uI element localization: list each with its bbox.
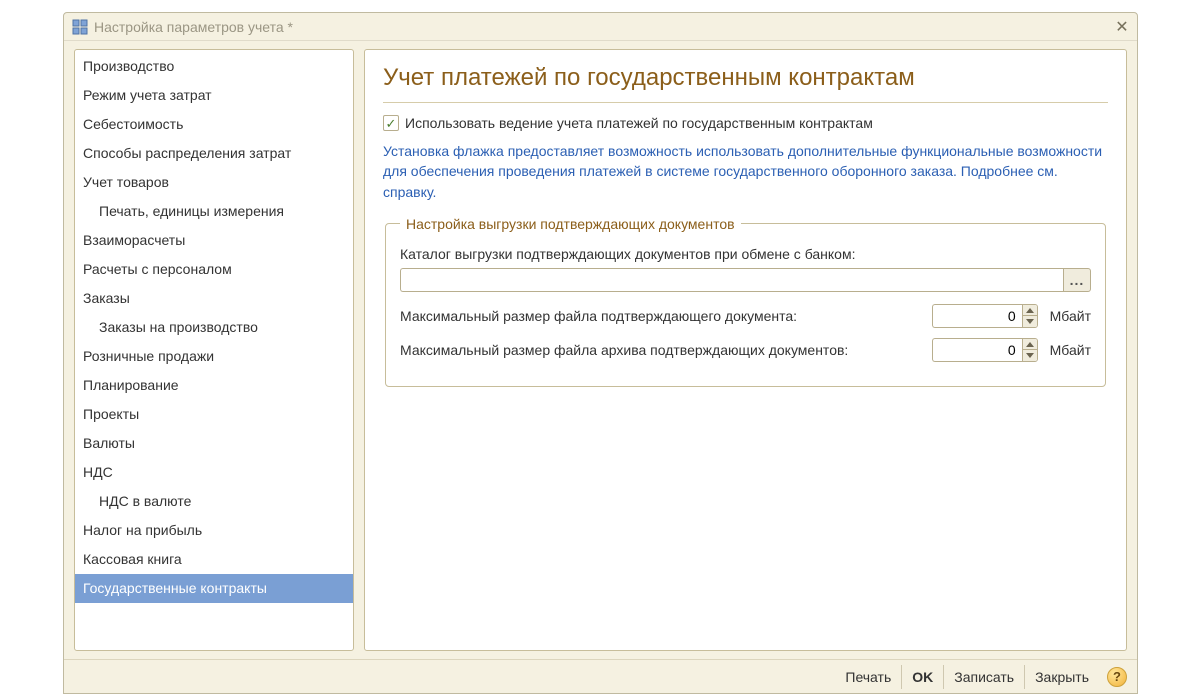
- sidebar-item-7[interactable]: Расчеты с персоналом: [75, 255, 353, 284]
- sidebar: ПроизводствоРежим учета затратСебестоимо…: [74, 49, 354, 651]
- titlebar: Настройка параметров учета * ✕: [64, 13, 1137, 41]
- file-size-spin-buttons: [1022, 304, 1038, 328]
- sidebar-item-5[interactable]: Печать, единицы измерения: [75, 197, 353, 226]
- use-tracking-checkbox[interactable]: [383, 115, 399, 131]
- title-divider: [383, 102, 1108, 103]
- export-settings-legend: Настройка выгрузки подтверждающих докуме…: [400, 216, 741, 232]
- info-text: Установка флажка предоставляет возможнос…: [383, 141, 1108, 202]
- use-tracking-label: Использовать ведение учета платежей по г…: [405, 115, 873, 131]
- sidebar-item-15[interactable]: НДС в валюте: [75, 487, 353, 516]
- window-title: Настройка параметров учета *: [94, 19, 1113, 35]
- sidebar-item-4[interactable]: Учет товаров: [75, 168, 353, 197]
- footer: Печать OK Записать Закрыть ?: [64, 659, 1137, 693]
- export-settings-group: Настройка выгрузки подтверждающих докуме…: [385, 216, 1106, 387]
- sidebar-item-6[interactable]: Взаиморасчеты: [75, 226, 353, 255]
- sidebar-item-17[interactable]: Кассовая книга: [75, 545, 353, 574]
- sidebar-item-0[interactable]: Производство: [75, 52, 353, 81]
- sidebar-item-12[interactable]: Проекты: [75, 400, 353, 429]
- catalog-label: Каталог выгрузки подтверждающих документ…: [400, 246, 1091, 262]
- file-size-row: Максимальный размер файла подтверждающег…: [400, 304, 1091, 328]
- sidebar-item-13[interactable]: Валюты: [75, 429, 353, 458]
- sidebar-item-9[interactable]: Заказы на производство: [75, 313, 353, 342]
- file-size-up-button[interactable]: [1023, 305, 1037, 316]
- archive-size-down-button[interactable]: [1023, 349, 1037, 361]
- sidebar-item-14[interactable]: НДС: [75, 458, 353, 487]
- archive-size-spin-buttons: [1022, 338, 1038, 362]
- help-button[interactable]: ?: [1107, 667, 1127, 687]
- page-title: Учет платежей по государственным контрак…: [383, 64, 1108, 92]
- archive-size-up-button[interactable]: [1023, 339, 1037, 350]
- catalog-row: ...: [400, 268, 1091, 292]
- content-panel: Учет платежей по государственным контрак…: [364, 49, 1127, 651]
- sidebar-item-1[interactable]: Режим учета затрат: [75, 81, 353, 110]
- save-button[interactable]: Записать: [943, 665, 1024, 689]
- sidebar-item-10[interactable]: Розничные продажи: [75, 342, 353, 371]
- print-button[interactable]: Печать: [835, 665, 901, 689]
- file-size-input[interactable]: [932, 304, 1022, 328]
- close-icon[interactable]: ✕: [1113, 18, 1131, 36]
- sidebar-item-8[interactable]: Заказы: [75, 284, 353, 313]
- sidebar-item-11[interactable]: Планирование: [75, 371, 353, 400]
- file-size-unit: Мбайт: [1050, 308, 1091, 324]
- close-button[interactable]: Закрыть: [1024, 665, 1099, 689]
- ok-button[interactable]: OK: [901, 665, 943, 689]
- sidebar-item-2[interactable]: Себестоимость: [75, 110, 353, 139]
- sidebar-item-18[interactable]: Государственные контракты: [75, 574, 353, 603]
- file-size-label: Максимальный размер файла подтверждающег…: [400, 308, 926, 324]
- catalog-input[interactable]: [400, 268, 1063, 292]
- archive-size-label: Максимальный размер файла архива подтвер…: [400, 342, 926, 358]
- archive-size-input[interactable]: [932, 338, 1022, 362]
- file-size-spinner: [932, 304, 1038, 328]
- archive-size-row: Максимальный размер файла архива подтвер…: [400, 338, 1091, 362]
- sidebar-item-3[interactable]: Способы распределения затрат: [75, 139, 353, 168]
- app-icon: [72, 19, 88, 35]
- catalog-browse-button[interactable]: ...: [1063, 268, 1091, 292]
- file-size-down-button[interactable]: [1023, 315, 1037, 327]
- archive-size-spinner: [932, 338, 1038, 362]
- window-body: ПроизводствоРежим учета затратСебестоимо…: [64, 41, 1137, 659]
- use-tracking-row: Использовать ведение учета платежей по г…: [383, 115, 1108, 131]
- archive-size-unit: Мбайт: [1050, 342, 1091, 358]
- sidebar-item-16[interactable]: Налог на прибыль: [75, 516, 353, 545]
- settings-window: Настройка параметров учета * ✕ Производс…: [63, 12, 1138, 694]
